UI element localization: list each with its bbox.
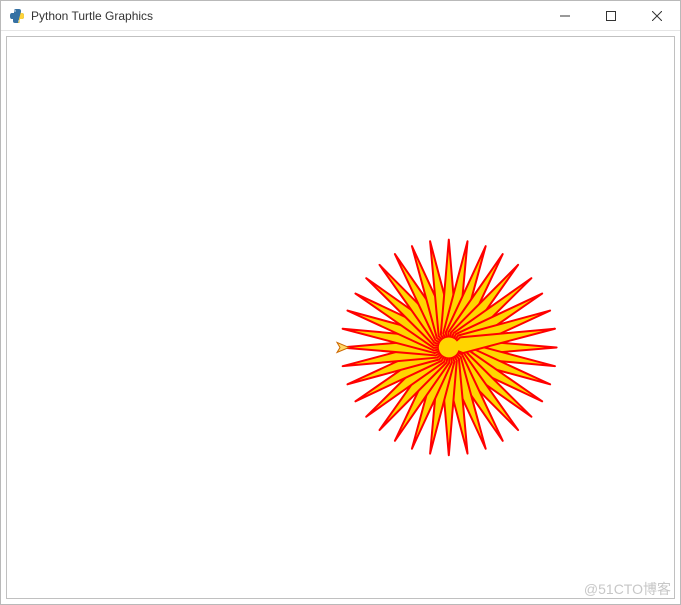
application-window: Python Turtle Graphics (0, 0, 681, 605)
sun-graphic (341, 240, 557, 456)
window-controls (542, 1, 680, 30)
titlebar[interactable]: Python Turtle Graphics (1, 1, 680, 31)
window-title: Python Turtle Graphics (31, 9, 153, 23)
python-turtle-icon (9, 8, 25, 24)
sun-center-dot (439, 337, 459, 357)
turtle-cursor-icon (337, 342, 349, 352)
canvas-frame (6, 36, 675, 599)
maximize-button[interactable] (588, 1, 634, 31)
close-button[interactable] (634, 1, 680, 31)
minimize-button[interactable] (542, 1, 588, 31)
turtle-canvas (7, 37, 674, 598)
